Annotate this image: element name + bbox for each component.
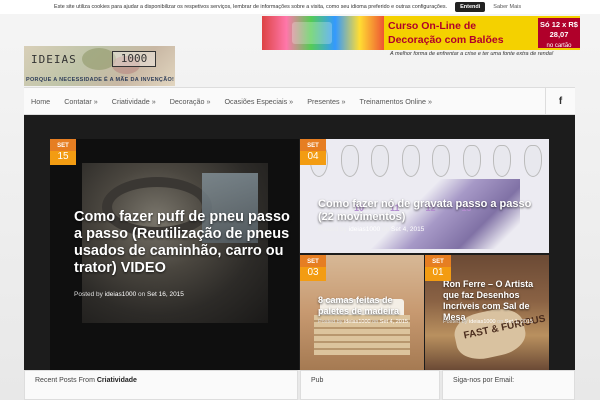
nav-item-home[interactable]: Home [24,97,57,106]
widget-category[interactable]: Criatividade [97,377,137,384]
post-meta: Posted by ideias1000 on Set 1, 2015 [443,319,533,325]
badge-month: SET [50,139,76,151]
page: Este site utiliza cookies para ajudar a … [0,0,600,400]
ad-headline-1: Curso On-Line de [388,20,477,32]
meta-prefix: Posted by [443,319,468,325]
post-date: Set 1, 2015 [504,319,533,325]
featured-slider: Como fazer puff de pneu passo a passo (R… [24,115,575,370]
post-title[interactable]: Como fazer nó de gravata passo a passo (… [318,198,546,224]
main-nav: Home Contatar » Criatividade » Decoração… [24,87,575,115]
post-date: Set 16, 2015 [147,291,184,298]
tie-step-icon [371,145,390,177]
post-meta: Posted by ideias1000 on Set 4, 2015 [318,319,408,325]
post-meta: Posted by ideias1000 on Set 4, 2015 [318,226,424,233]
nav-item-decoracao[interactable]: Decoração » [163,97,218,106]
meta-on: on [372,319,379,325]
nav-item-criatividade[interactable]: Criatividade » [105,97,163,106]
post-date: Set 4, 2015 [391,226,425,233]
ad-price-note: no cartão [546,43,572,49]
post-author[interactable]: ideias1000 [349,226,380,233]
date-badge: SET 04 [300,139,326,165]
logo-tagline: PORQUE A NECESSIDADE É A MÃE DA INVENÇÃO… [26,77,175,83]
widget-title: Siga-nos por Email: [453,377,515,384]
meta-prefix: Posted by [318,319,343,325]
ad-banner[interactable]: Curso On-Line de Decoração com Balões Só… [262,16,580,50]
site-logo[interactable]: IDEIAS 1000 PORQUE A NECESSIDADE É A MÃE… [24,46,175,86]
meta-on: on [138,291,146,298]
pub-widget: Pub [300,370,440,400]
nav-item-presentes[interactable]: Presentes » [300,97,352,106]
post-author[interactable]: ideias1000 [344,319,371,325]
cookie-text: Este site utiliza cookies para ajudar a … [54,4,448,10]
widget-title: Pub [311,377,324,384]
ad-price-box: Só 12 x R$ 28,07 no cartão [538,18,580,49]
featured-post-main[interactable]: Como fazer puff de pneu passo a passo (R… [50,139,299,370]
post-author[interactable]: ideias1000 [105,291,136,298]
date-badge: SET 01 [425,255,451,281]
tie-step-icon [493,145,512,177]
post-author[interactable]: ideias1000 [469,319,496,325]
date-badge: SET 15 [50,139,76,165]
recent-posts-widget: Recent Posts From Criatividade [24,370,298,400]
post-title[interactable]: Como fazer puff de pneu passo a passo (R… [74,209,294,277]
date-badge: SET 03 [300,255,326,281]
nav-item-contatar[interactable]: Contatar » [57,97,105,106]
badge-day: 15 [57,151,69,162]
meta-prefix: Posted by [74,291,103,298]
post-title[interactable]: 8 camas feitas de paletes de madeira [318,295,418,317]
badge-month: SET [425,255,451,267]
nav-item-ocasioes[interactable]: Ocasiões Especiais » [217,97,300,106]
post-title[interactable]: Ron Ferre – O Artista que faz Desenhos I… [443,279,547,323]
badge-month: SET [300,255,326,267]
facebook-icon[interactable]: f [545,88,575,114]
logo-number: 1000 [112,51,156,67]
ad-image [262,16,384,50]
meta-on: on [382,226,390,233]
cookie-bar: Este site utiliza cookies para ajudar a … [0,0,600,14]
featured-post-tie[interactable]: 10 11 12 13 Como fazer nó de gravata pas… [300,139,549,253]
logo-decoration [82,48,116,70]
badge-day: 01 [432,267,444,278]
tie-step-icon [523,145,542,177]
tie-step-icon [462,145,481,177]
cookie-accept-button[interactable]: Entendi [455,2,486,12]
widget-title-prefix: Recent Posts From [35,377,95,384]
tie-step-icon [401,145,420,177]
badge-month: SET [300,139,326,151]
ad-price: Só 12 x R$ 28,07 [540,20,578,39]
email-follow-widget: Siga-nos por Email: [442,370,575,400]
badge-day: 04 [307,151,319,162]
cookie-more-link[interactable]: Saber Mais [493,4,521,10]
ad-headline-2: Decoração com Balões [388,34,504,46]
logo-word: IDEIAS [31,53,77,66]
badge-day: 03 [307,267,319,278]
meta-on: on [497,319,504,325]
tie-step-icon [432,145,451,177]
meta-prefix: Posted by [318,226,347,233]
post-meta: Posted by ideias1000 on Set 16, 2015 [74,291,184,298]
ad-tagline: A melhor forma de enfrentar a crise e te… [390,51,554,57]
post-date: Set 4, 2015 [379,319,408,325]
nav-item-treinamentos[interactable]: Treinamentos Online » [353,97,439,106]
tie-step-icon [340,145,359,177]
